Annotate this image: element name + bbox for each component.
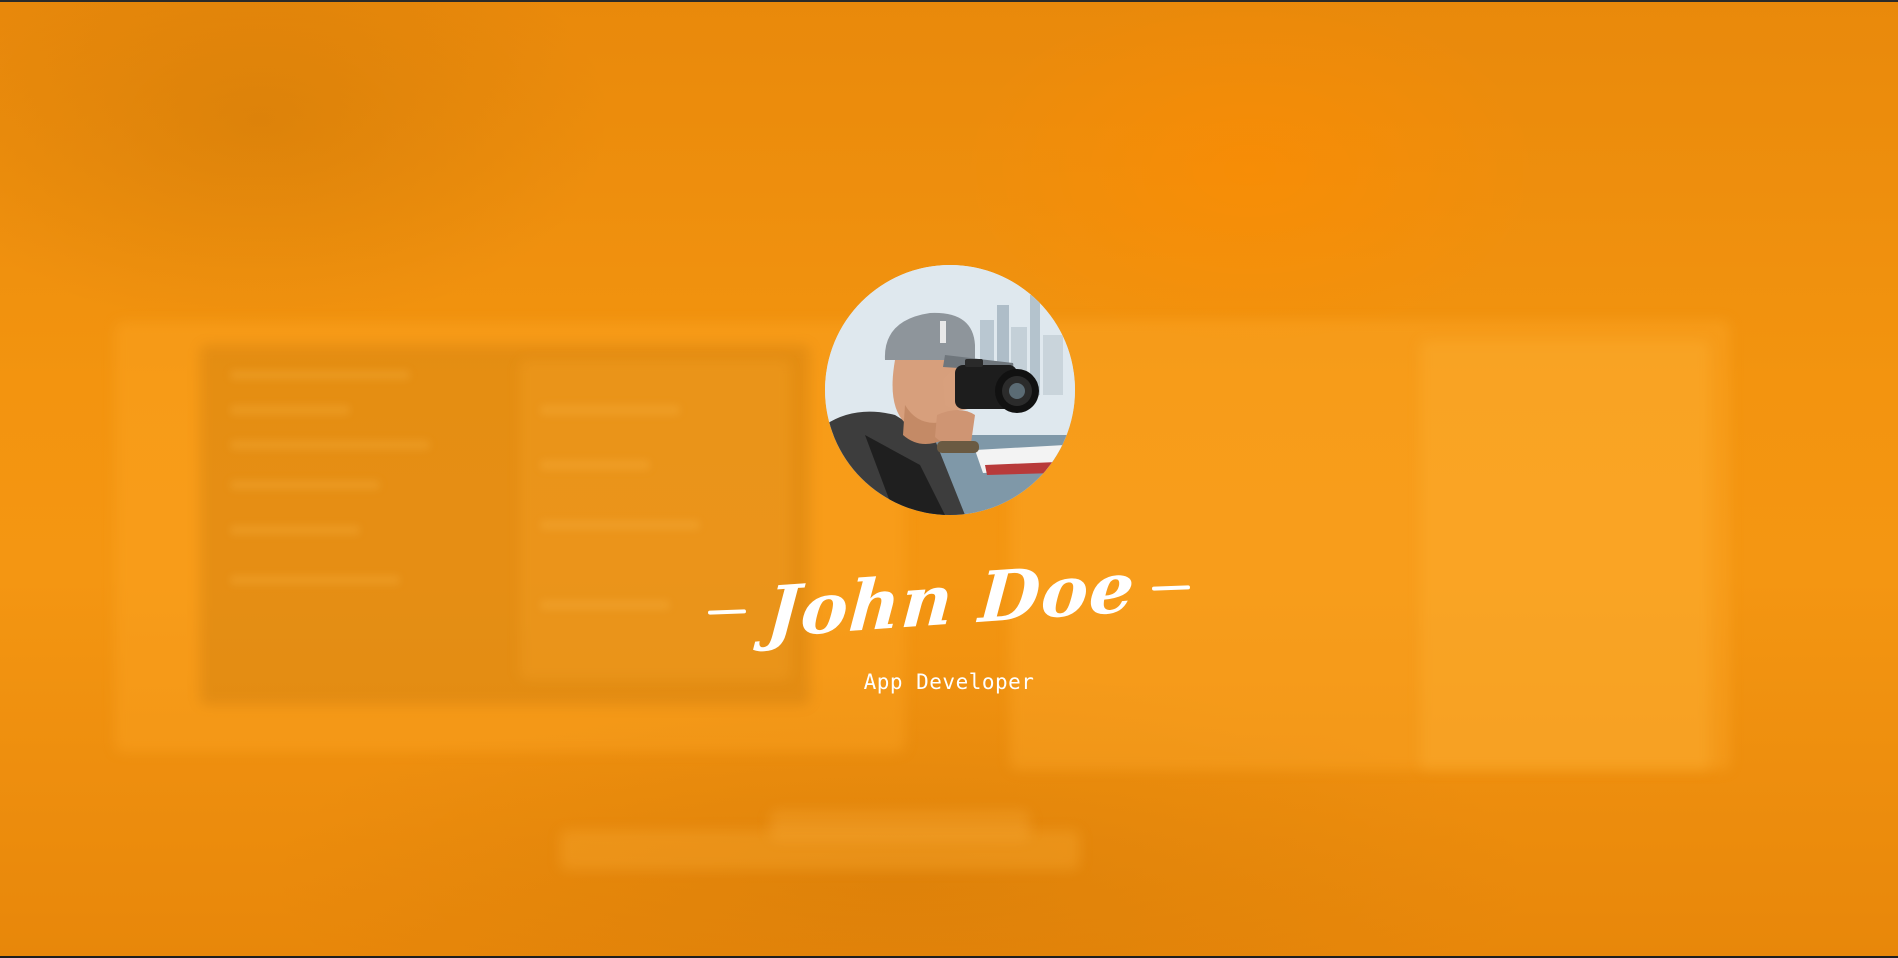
top-border	[0, 0, 1898, 2]
name-dash-right	[1151, 585, 1191, 591]
profile-block: John Doe App Developer	[0, 0, 1898, 956]
name-heading: John Doe	[0, 545, 1898, 654]
profile-name: John Doe	[763, 545, 1139, 654]
name-dash-left	[707, 609, 747, 615]
profile-role: App Developer	[863, 670, 1035, 694]
avatar-illustration	[825, 265, 1075, 515]
hero-section: John Doe App Developer	[0, 0, 1898, 956]
photographer-avatar-icon	[825, 265, 1075, 515]
